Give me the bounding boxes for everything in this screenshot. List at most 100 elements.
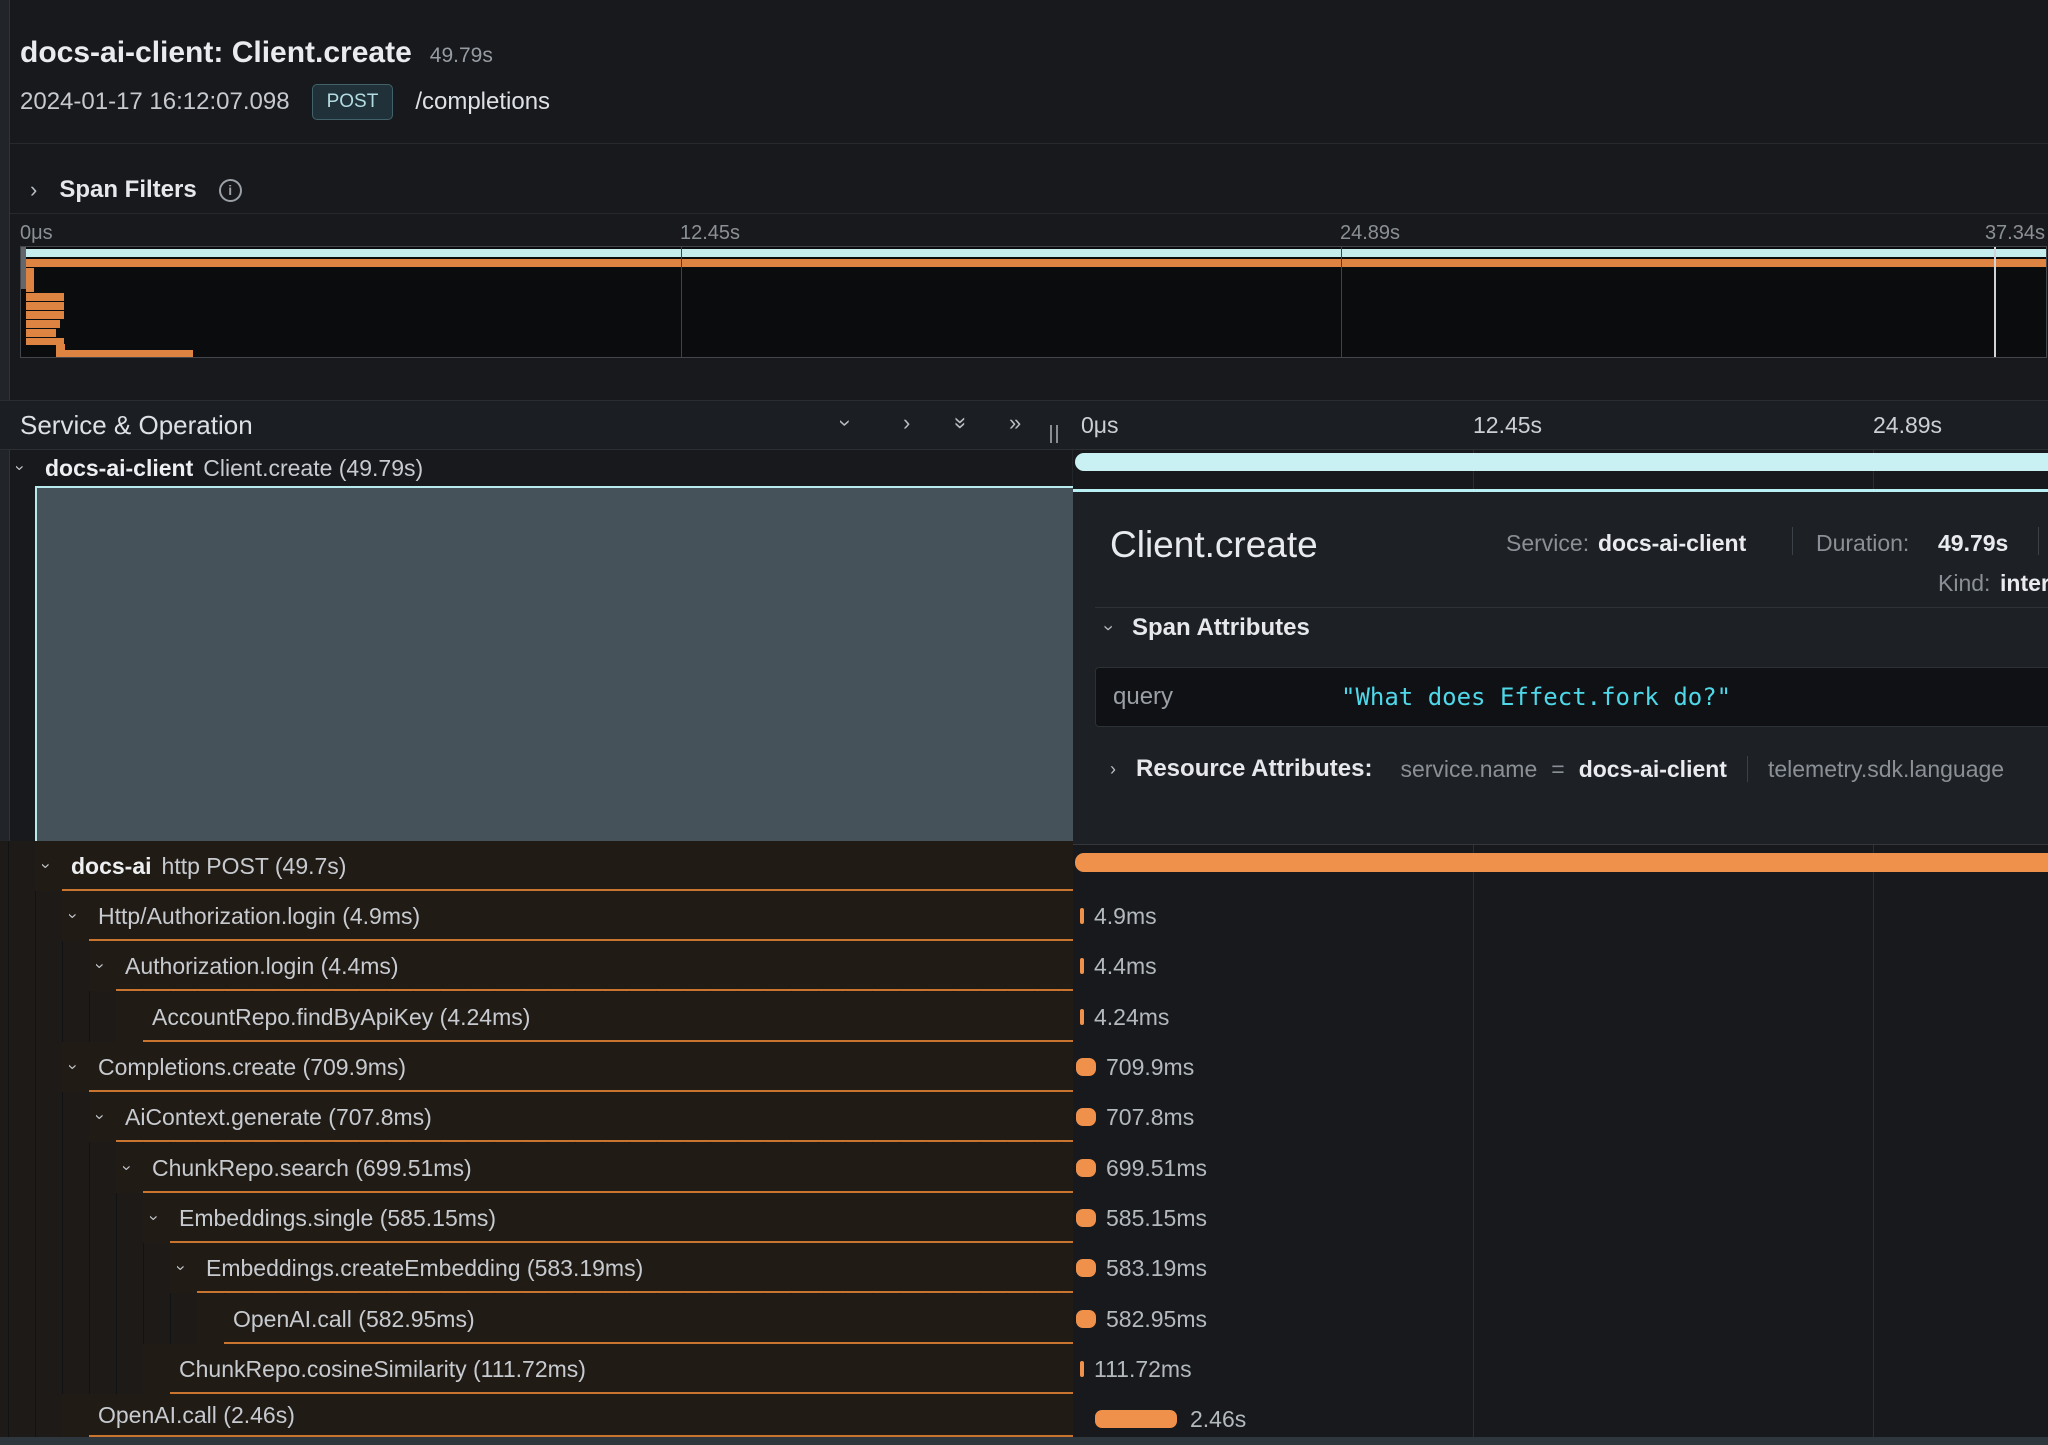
span-bar[interactable]: [1076, 1310, 1096, 1328]
duration-label: Duration:: [1816, 530, 1909, 557]
span-bar[interactable]: [1080, 1009, 1084, 1025]
span-operation: OpenAI.call (2.46s): [98, 1402, 295, 1429]
trace-viewer: docs-ai-client: Client.create 49.79s 202…: [0, 0, 2048, 1445]
span-duration-label: 707.8ms: [1106, 1105, 1194, 1129]
span-duration-label: 111.72ms: [1094, 1357, 1192, 1381]
separator: [1792, 527, 1793, 555]
span-row[interactable]: Embeddings.single (585.15ms): [143, 1193, 1073, 1243]
minimap-span-bar: [26, 268, 34, 292]
span-row[interactable]: OpenAI.call (2.46s): [62, 1394, 1073, 1437]
trace-duration: 49.79s: [430, 44, 493, 68]
kind-label: Kind:: [1938, 570, 1990, 597]
resource-extra: telemetry.sdk.language: [1768, 756, 2004, 783]
chevron-right-icon[interactable]: [903, 412, 910, 434]
chevron-down-icon[interactable]: [1106, 617, 1112, 639]
double-chevron-right-icon[interactable]: [1009, 412, 1021, 434]
span-row[interactable]: AccountRepo.findByApiKey (4.24ms): [116, 992, 1073, 1042]
chevron-down-icon[interactable]: [97, 1107, 125, 1127]
chevron-down-icon[interactable]: [151, 1208, 179, 1228]
attribute-row[interactable]: query "What does Effect.fork do?": [1095, 667, 2048, 727]
span-operation: AiContext.generate (707.8ms): [125, 1104, 432, 1131]
minimap-span-bar: [26, 311, 64, 319]
span-attributes-toggle[interactable]: Span Attributes: [1106, 614, 1310, 642]
http-method-badge: POST: [312, 84, 394, 120]
span-operation: Embeddings.single (585.15ms): [179, 1205, 496, 1232]
main-header: Service & Operation 0μs 12.45s 24.89s: [0, 400, 2048, 450]
span-operation: Http/Authorization.login (4.9ms): [98, 903, 420, 930]
chevron-right-icon[interactable]: [1110, 758, 1116, 780]
resource-attributes-toggle[interactable]: Resource Attributes: service.name = docs…: [1110, 755, 2004, 783]
span-row[interactable]: AiContext.generate (707.8ms): [89, 1092, 1073, 1142]
minimap-span-bar: [26, 293, 64, 301]
root-span-bar[interactable]: [1075, 453, 2048, 471]
span-bar[interactable]: [1080, 1361, 1084, 1377]
info-icon[interactable]: i: [219, 179, 242, 202]
minimap-span-bar: [21, 249, 2046, 257]
detail-title: Client.create: [1110, 524, 1318, 566]
span-duration-label: 4.24ms: [1094, 1005, 1169, 1029]
span-row-root[interactable]: docs-ai-client Client.create (49.79s): [9, 450, 1073, 486]
service-label: Service:: [1506, 530, 1589, 557]
chevron-down-icon[interactable]: [70, 906, 98, 926]
span-tree: docs-ai http POST (49.7s) Http/Authoriza…: [0, 841, 1073, 1445]
chevron-down-icon[interactable]: [17, 458, 45, 478]
chevron-down-icon[interactable]: [178, 1258, 206, 1278]
chevron-down-icon[interactable]: [842, 412, 849, 434]
span-service: docs-ai: [71, 853, 152, 880]
span-bar[interactable]: [1076, 1159, 1096, 1177]
panel-resize-handle[interactable]: [1056, 425, 1058, 443]
span-bar[interactable]: [1076, 1108, 1096, 1126]
panel-resize-handle[interactable]: [1050, 425, 1052, 443]
timeline-tick: 24.89s: [1873, 412, 1942, 439]
span-row[interactable]: Http/Authorization.login (4.9ms): [62, 891, 1073, 941]
span-row[interactable]: docs-ai http POST (49.7s): [35, 841, 1073, 891]
resource-attributes-label: Resource Attributes:: [1136, 755, 1372, 783]
span-operation: Completions.create (709.9ms): [98, 1054, 406, 1081]
minimap-gridline: [1341, 247, 1342, 357]
span-duration-label: 583.19ms: [1106, 1256, 1207, 1280]
span-bar[interactable]: [1080, 908, 1084, 924]
span-bar[interactable]: [1075, 853, 2048, 872]
double-chevron-down-icon[interactable]: [955, 412, 967, 434]
duration-value: 49.79s: [1938, 530, 2008, 557]
span-duration-label: 709.9ms: [1106, 1055, 1194, 1079]
span-operation: AccountRepo.findByApiKey (4.24ms): [152, 1004, 530, 1031]
span-bar[interactable]: [1095, 1410, 1177, 1428]
resource-key: service.name: [1400, 756, 1537, 783]
span-filters-label: Span Filters: [59, 176, 196, 204]
span-operation: OpenAI.call (582.95ms): [233, 1306, 475, 1333]
span-row[interactable]: Authorization.login (4.4ms): [89, 941, 1073, 991]
span-bar[interactable]: [1080, 958, 1084, 974]
span-row[interactable]: ChunkRepo.search (699.51ms): [116, 1143, 1073, 1193]
minimap-span-bar: [26, 302, 64, 310]
span-row[interactable]: ChunkRepo.cosineSimilarity (111.72ms): [143, 1344, 1073, 1394]
divider: [10, 213, 2048, 214]
request-path: /completions: [415, 88, 550, 116]
kind-value: internal: [2000, 570, 2048, 597]
chevron-down-icon[interactable]: [70, 1057, 98, 1077]
chevron-down-icon[interactable]: [97, 956, 125, 976]
span-row[interactable]: Embeddings.createEmbedding (583.19ms): [170, 1243, 1073, 1293]
chevron-down-icon[interactable]: [124, 1158, 152, 1178]
minimap-cursor[interactable]: [1994, 247, 1996, 357]
service-value: docs-ai-client: [1598, 530, 1746, 557]
span-filters-toggle[interactable]: Span Filters i: [30, 176, 242, 204]
minimap-tick: 24.89s: [1340, 222, 1400, 245]
span-bar[interactable]: [1076, 1058, 1096, 1076]
span-row[interactable]: Completions.create (709.9ms): [62, 1042, 1073, 1092]
span-row[interactable]: OpenAI.call (582.95ms): [197, 1294, 1073, 1344]
separator: [2038, 527, 2039, 555]
minimap-span-bar: [56, 350, 193, 357]
span-bar[interactable]: [1076, 1209, 1096, 1227]
partial-row-highlight[interactable]: [0, 1437, 2048, 1445]
trace-timestamp: 2024-01-17 16:12:07.098: [20, 88, 290, 116]
timeline-tick: 12.45s: [1473, 412, 1542, 439]
attribute-key: query: [1113, 683, 1173, 711]
span-detail-panel: Client.create Service: docs-ai-client Du…: [1073, 489, 2048, 845]
chevron-right-icon[interactable]: [30, 179, 37, 201]
chevron-down-icon[interactable]: [43, 856, 71, 876]
page-title: docs-ai-client: Client.create: [20, 36, 412, 70]
span-bar[interactable]: [1076, 1259, 1096, 1277]
trace-minimap[interactable]: [20, 246, 2047, 358]
span-duration-label: 2.46s: [1190, 1407, 1246, 1431]
